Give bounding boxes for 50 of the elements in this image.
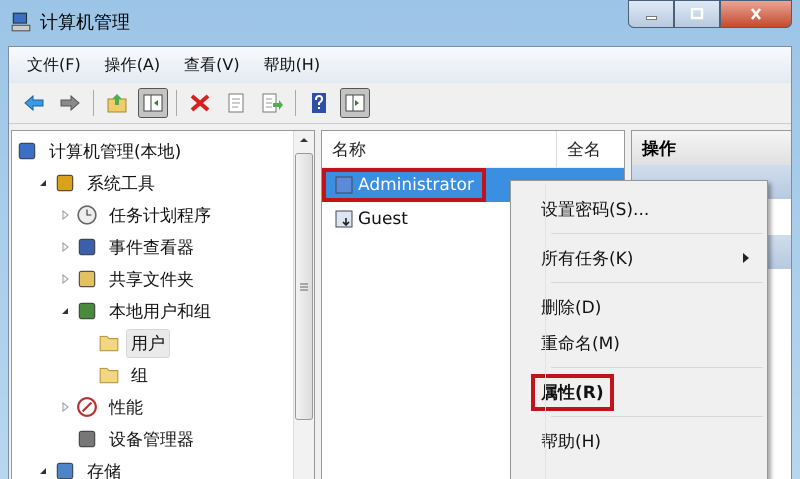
tree-item[interactable]: 设备管理器: [104, 424, 199, 454]
node-icon: [54, 172, 76, 194]
clock-icon: [76, 204, 98, 226]
node-icon: [76, 236, 98, 258]
tree-item[interactable]: 组: [126, 360, 153, 390]
collapsed-triangle-icon[interactable]: [60, 402, 70, 412]
tree-item[interactable]: 存储: [82, 456, 126, 479]
tree-item[interactable]: 性能: [104, 392, 148, 422]
expanded-triangle-icon[interactable]: [60, 306, 70, 316]
menu-item[interactable]: 所有任务(K): [531, 240, 644, 276]
tree-item[interactable]: 任务计划程序: [104, 200, 216, 230]
node-icon: [76, 268, 98, 290]
tree-item[interactable]: 共享文件夹: [104, 264, 199, 294]
tree-item[interactable]: 事件查看器: [104, 232, 199, 262]
column-header[interactable]: 名称: [322, 131, 557, 167]
pane-toggle-icon[interactable]: [138, 88, 168, 118]
scrollbar[interactable]: [293, 131, 314, 479]
collapsed-triangle-icon[interactable]: [60, 210, 70, 220]
user-name: Administrator: [358, 175, 474, 195]
collapsed-triangle-icon[interactable]: [60, 274, 70, 284]
close-button[interactable]: [720, 0, 792, 28]
actions-header: 操作: [632, 131, 791, 165]
tree-item[interactable]: 计算机管理(本地): [44, 136, 186, 166]
user-name: Guest: [358, 209, 408, 229]
tree-item[interactable]: 本地用户和组: [104, 296, 216, 326]
node-icon: [76, 428, 98, 450]
maximize-button[interactable]: [674, 0, 720, 28]
expanded-triangle-icon[interactable]: [38, 466, 48, 476]
menu-item[interactable]: 帮助(H): [264, 54, 320, 76]
column-header[interactable]: 全名: [557, 131, 624, 167]
expanded-triangle-icon[interactable]: [38, 178, 48, 188]
minimize-icon: [646, 16, 656, 20]
menu-item[interactable]: 文件(F): [27, 54, 81, 76]
guest-user-icon: [334, 209, 354, 229]
node-icon: [16, 140, 38, 162]
pane-toggle-icon[interactable]: [340, 88, 370, 118]
computer-icon: [10, 11, 32, 33]
node-icon: [76, 300, 98, 322]
minimize-button[interactable]: [628, 0, 674, 28]
tree-item[interactable]: 系统工具: [82, 168, 160, 198]
menu-item[interactable]: 查看(V): [184, 54, 240, 76]
scroll-up-arrow-icon[interactable]: [299, 137, 309, 143]
grip-icon: [300, 282, 308, 290]
menu-item[interactable]: 操作(A): [104, 54, 160, 76]
node-icon: [76, 396, 98, 418]
user-icon: [334, 175, 354, 195]
node-icon: [54, 460, 76, 479]
tree-item[interactable]: 用户: [126, 328, 170, 358]
collapsed-triangle-icon[interactable]: [60, 242, 70, 252]
window-title: 计算机管理: [40, 11, 130, 34]
